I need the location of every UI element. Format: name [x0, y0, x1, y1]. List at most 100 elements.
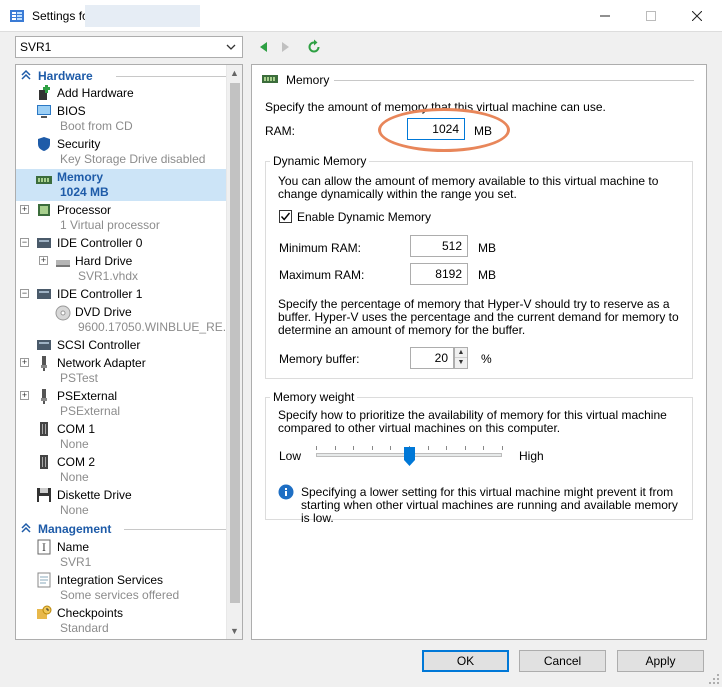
tree-item-label: PSExternal: [57, 389, 118, 403]
memory-weight-slider-thumb[interactable]: [403, 447, 415, 466]
monitor-icon: [37, 105, 51, 118]
maximum-ram-unit: MB: [478, 268, 496, 282]
management-section-header[interactable]: Management: [16, 521, 226, 537]
tree-item-scsi[interactable]: SCSI Controller: [16, 337, 226, 354]
enable-dynamic-memory-checkbox[interactable]: [279, 210, 292, 223]
settings-tree: Hardware Add Hardware BIOS Boot from CD …: [15, 64, 243, 640]
weight-low-label: Low: [279, 449, 302, 463]
forward-arrow-icon[interactable]: [277, 39, 293, 55]
memory-buffer-input[interactable]: 20: [410, 347, 454, 369]
tree-item-label: Checkpoints: [57, 606, 124, 620]
tree-item-ide1[interactable]: − IDE Controller 1: [16, 286, 226, 303]
tree-item-com2[interactable]: COM 2 None: [16, 454, 226, 486]
ok-button[interactable]: OK: [422, 650, 509, 672]
tree-item-com1[interactable]: COM 1 None: [16, 421, 226, 453]
window-title: Settings fo: [32, 9, 89, 23]
chevron-down-icon: [226, 44, 236, 50]
tree-item-add-hardware[interactable]: Add Hardware: [16, 85, 226, 102]
enable-dynamic-memory-label[interactable]: Enable Dynamic Memory: [297, 210, 431, 224]
tree-item-network-adapter[interactable]: + Network Adapter PSTest: [16, 355, 226, 387]
maximum-ram-input[interactable]: 8192: [410, 263, 468, 285]
checkmark-icon: [280, 212, 291, 221]
tree-item-hard-drive[interactable]: + Hard Drive SVR1.vhdx: [16, 253, 226, 285]
tree-item-checkpoints[interactable]: Checkpoints Standard: [16, 605, 226, 637]
tree-item-integration-services[interactable]: Integration Services Some services offer…: [16, 572, 226, 604]
scroll-thumb[interactable]: [230, 83, 240, 603]
memory-buffer-label: Memory buffer:: [279, 352, 360, 366]
tree-item-security[interactable]: Security Key Storage Drive disabled: [16, 136, 226, 168]
tree-item-memory[interactable]: Memory 1024 MB: [16, 169, 226, 201]
collapse-icon[interactable]: −: [20, 238, 29, 247]
cancel-button[interactable]: Cancel: [519, 650, 606, 672]
slider-tick: [316, 446, 317, 450]
tree-item-label: BIOS: [57, 104, 86, 118]
heading-divider: [334, 80, 694, 81]
minimize-icon: [600, 15, 610, 17]
spinner-up-icon[interactable]: ▲: [455, 348, 467, 358]
tree-item-processor[interactable]: + Processor 1 Virtual processor: [16, 202, 226, 234]
tree-item-subtext: Key Storage Drive disabled: [60, 152, 206, 166]
minimum-ram-label: Minimum RAM:: [279, 241, 362, 255]
refresh-icon[interactable]: [306, 39, 322, 55]
scroll-down-icon[interactable]: ▼: [230, 626, 239, 636]
collapse-icon[interactable]: −: [20, 289, 29, 298]
hard-drive-icon: [56, 260, 70, 267]
highlight-oval-annotation: [378, 108, 510, 152]
tree-item-subtext: Some services offered: [60, 588, 180, 602]
slider-tick: [390, 446, 391, 450]
com-port-icon: [40, 422, 48, 436]
memory-buffer-spinner[interactable]: ▲ ▼: [454, 347, 468, 369]
tree-scrollbar[interactable]: ▲ ▼: [226, 65, 242, 639]
tree-item-subtext: 1024 MB: [60, 185, 109, 199]
minimize-button[interactable]: [582, 0, 628, 32]
title-bar: Settings fo: [0, 0, 722, 32]
tree-item-diskette[interactable]: Diskette Drive None: [16, 487, 226, 519]
tree-item-label: COM 2: [57, 455, 96, 469]
tree-item-subtext: None: [60, 437, 89, 451]
expand-icon[interactable]: +: [20, 205, 29, 214]
expand-icon[interactable]: +: [20, 358, 29, 367]
spinner-down-icon[interactable]: ▼: [455, 358, 467, 368]
expand-icon[interactable]: +: [20, 391, 29, 400]
dvd-disc-icon: [55, 305, 71, 321]
slider-tick: [502, 446, 503, 450]
tree-item-label: Security: [57, 137, 101, 151]
network-adapter-icon: [41, 389, 47, 404]
slider-tick: [483, 446, 484, 450]
tree-item-bios[interactable]: BIOS Boot from CD: [16, 103, 226, 135]
section-divider: [124, 529, 226, 530]
tree-item-subtext: None: [60, 503, 89, 517]
close-button[interactable]: [674, 0, 720, 32]
maximize-button[interactable]: [628, 0, 674, 32]
expand-icon[interactable]: +: [39, 256, 48, 265]
checkpoint-icon: [37, 605, 52, 619]
redacted-title-area: [85, 5, 200, 27]
scsi-controller-icon: [37, 340, 51, 350]
add-hardware-icon: [39, 85, 50, 100]
minimum-ram-input[interactable]: 512: [410, 235, 468, 257]
tree-item-name[interactable]: I Name SVR1: [16, 539, 226, 571]
memory-heading-label: Memory: [286, 73, 330, 87]
ram-label: RAM:: [265, 124, 295, 138]
tree-item-ide0[interactable]: − IDE Controller 0: [16, 235, 226, 252]
com-port-icon: [40, 455, 48, 469]
tree-item-label: Diskette Drive: [57, 488, 132, 502]
back-arrow-icon[interactable]: [256, 39, 272, 55]
collapse-chevron-icon: [21, 522, 31, 533]
resize-grip-icon[interactable]: [708, 673, 720, 685]
memory-chip-icon: [36, 176, 52, 184]
weight-high-label: High: [519, 449, 544, 463]
tree-item-dvd-drive[interactable]: DVD Drive 9600.17050.WINBLUE_RE...: [16, 304, 233, 336]
tree-item-label: SCSI Controller: [57, 338, 141, 352]
collapse-chevron-icon: [21, 69, 31, 80]
integration-services-icon: [37, 572, 51, 588]
shield-icon: [38, 137, 50, 151]
dynamic-memory-desc: You can allow the amount of memory avail…: [278, 174, 659, 201]
scroll-up-icon[interactable]: ▲: [230, 68, 239, 78]
apply-button[interactable]: Apply: [617, 650, 704, 672]
tree-item-psexternal[interactable]: + PSExternal PSExternal: [16, 388, 226, 420]
settings-app-icon: [10, 10, 24, 22]
vm-select-dropdown[interactable]: SVR1: [15, 36, 243, 58]
hardware-section-header[interactable]: Hardware: [16, 68, 226, 84]
memory-buffer-desc: Specify the percentage of memory that Hy…: [278, 297, 679, 337]
